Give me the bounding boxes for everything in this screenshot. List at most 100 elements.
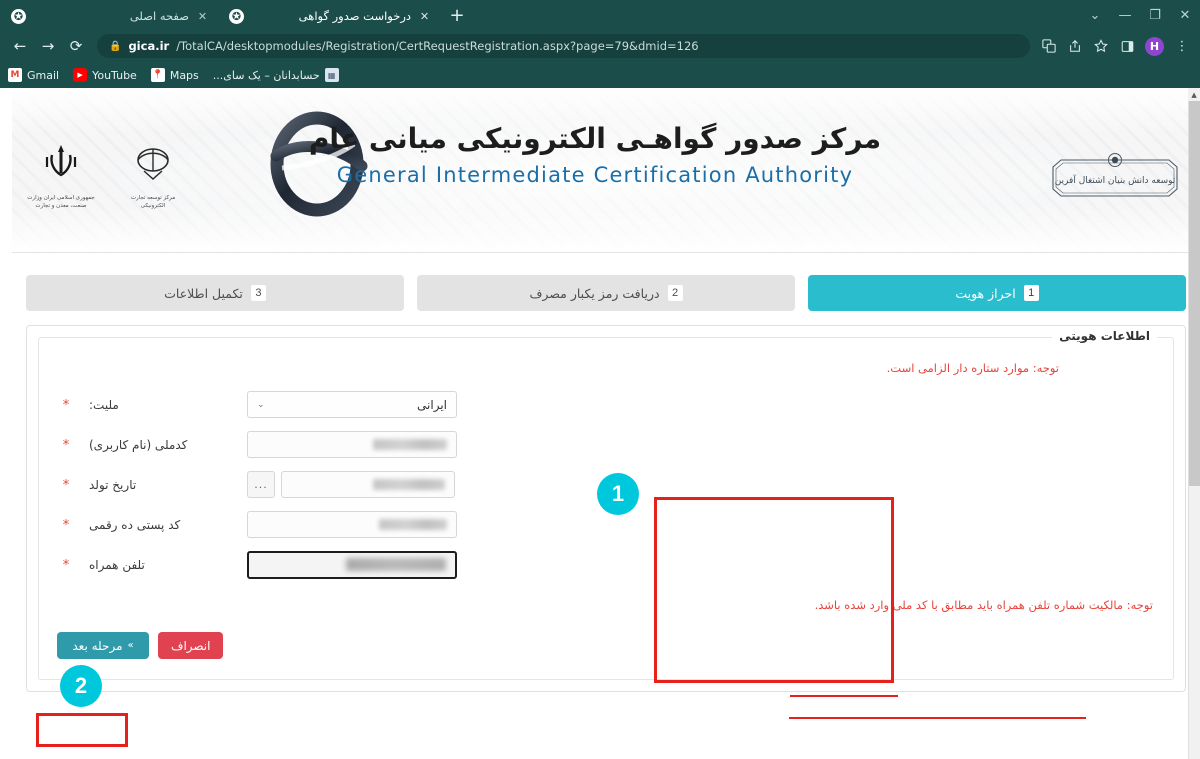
browser-toolbar: ← → ⟳ 🔒 gica.ir /TotalCA/desktopmodules/…	[0, 30, 1200, 62]
gmail-icon: M	[8, 68, 22, 82]
site-header: مرکز صدور گواهـی الکترونیکی میانی عام Ge…	[12, 88, 1200, 253]
lock-icon: 🔒	[109, 40, 122, 52]
browser-chrome: ✪ صفحه اصلی ✕ ✪ درخواست صدور گواهی ✕ + ⌄…	[0, 0, 1200, 88]
tab-close-icon[interactable]: ✕	[196, 10, 209, 23]
tab-favicon-globe-icon: ✪	[229, 8, 244, 24]
redacted-value	[379, 519, 447, 530]
window-maximize-icon[interactable]: ❐	[1140, 0, 1170, 30]
next-step-label: مرحله بعد	[72, 638, 123, 653]
url-host: gica.ir	[128, 39, 170, 53]
side-panel-icon[interactable]	[1115, 34, 1139, 58]
national-code-control	[247, 431, 457, 458]
bookmark-youtube[interactable]: ▶ YouTube	[73, 68, 137, 82]
browser-menu-icon[interactable]: ⋮	[1170, 34, 1194, 58]
share-icon[interactable]	[1063, 34, 1087, 58]
bookmark-label: حسابدانان – یک سای...	[212, 68, 320, 82]
birth-date-label: تاریخ تولد	[89, 477, 137, 492]
bookmark-label: Maps	[169, 68, 199, 82]
web-page: مرکز صدور گواهـی الکترونیکی میانی عام Ge…	[12, 88, 1200, 759]
required-fields-note: توجه: موارد ستاره دار الزامی است.	[886, 361, 1059, 375]
form-row-nationality: ایرانی ⌄ ملیت: *	[57, 387, 1155, 422]
page-scrollbar[interactable]: ▲	[1188, 88, 1200, 759]
step-tab-complete-info[interactable]: 3 تکمیل اطلاعات	[26, 275, 404, 311]
nationality-value: ایرانی	[417, 397, 447, 412]
translate-icon[interactable]	[1037, 34, 1061, 58]
next-step-button[interactable]: » مرحله بعد	[57, 632, 149, 659]
ministry-crest-group: مرکز توسعه تجارت الکترونیکی جمهوری اسلام…	[26, 143, 188, 211]
new-tab-button[interactable]: +	[444, 2, 470, 28]
form-row-mobile: تلفن همراه *	[57, 547, 1155, 582]
back-arrow-icon[interactable]: ←	[6, 32, 34, 60]
knowledge-based-seal: توسعه دانش بنیان اشتغال آفرین	[1040, 150, 1190, 206]
toolbar-icon-group: H ⋮	[1037, 34, 1194, 58]
site-title-en: General Intermediate Certification Autho…	[336, 163, 854, 187]
bookmark-label: Gmail	[27, 68, 60, 82]
youtube-icon: ▶	[73, 68, 88, 82]
site-title-fa: مرکز صدور گواهـی الکترونیکی میانی عام	[308, 122, 882, 155]
fieldset-legend: اطلاعات هویتی	[1052, 329, 1157, 343]
mobile-input[interactable]	[247, 550, 457, 579]
scrollbar-thumb[interactable]	[1189, 101, 1200, 486]
profile-avatar[interactable]: H	[1145, 36, 1164, 56]
annotation-underline-bottom	[789, 717, 1086, 719]
browser-tab-cert-request[interactable]: ✪ درخواست صدور گواهی ✕	[218, 2, 440, 30]
tab-search-chevron-down-icon[interactable]: ⌄	[1080, 0, 1110, 30]
birth-date-control: ...	[247, 471, 455, 498]
window-controls: ⌄ — ❐ ✕	[1080, 0, 1200, 30]
window-minimize-icon[interactable]: —	[1110, 0, 1140, 30]
nationality-label: ملیت:	[89, 397, 119, 412]
svg-text:توسعه دانش بنیان اشتغال آفرین: توسعه دانش بنیان اشتغال آفرین	[1055, 174, 1176, 186]
tab-title: درخواست صدور گواهی	[298, 9, 411, 23]
tab-favicon-globe-icon: ✪	[11, 8, 26, 24]
window-close-icon[interactable]: ✕	[1170, 0, 1200, 30]
crest-caption: مرکز توسعه تجارت الکترونیکی	[130, 195, 176, 210]
cancel-button[interactable]: انصراف	[158, 632, 224, 659]
step-label: احراز هویت	[955, 285, 1016, 301]
generic-site-icon: ▦	[324, 68, 339, 82]
forward-arrow-icon[interactable]: →	[34, 32, 62, 60]
date-picker-button[interactable]: ...	[247, 471, 275, 498]
form-actions: » مرحله بعد انصراف	[57, 632, 1155, 659]
required-asterisk: *	[62, 398, 70, 413]
tab-close-icon[interactable]: ✕	[418, 10, 431, 23]
required-asterisk: *	[62, 438, 70, 453]
redacted-value	[346, 558, 446, 571]
bookmark-star-icon[interactable]	[1089, 34, 1113, 58]
annotation-badge-1: 1	[597, 473, 639, 515]
required-asterisk: *	[62, 558, 70, 573]
crest-caption: جمهوری اسلامی ایران وزارت صنعت، معدن و ت…	[27, 195, 95, 210]
annotation-underline-top	[790, 695, 898, 697]
bookmark-maps[interactable]: 📍 Maps	[150, 68, 199, 82]
chevron-next-icon: »	[127, 640, 134, 651]
step-number: 1	[1023, 285, 1039, 301]
bookmarks-bar: M Gmail ▶ YouTube 📍 Maps ▦ حسابدانان – ی…	[0, 62, 1200, 88]
step-tab-otp[interactable]: 2 دریافت رمز یکبار مصرف	[417, 275, 795, 311]
scroll-up-arrow-icon[interactable]: ▲	[1188, 88, 1200, 101]
tab-title: صفحه اصلی	[129, 9, 189, 23]
postal-code-control	[247, 511, 457, 538]
form-row-postal-code: کد پستی ده رقمی *	[57, 507, 1155, 542]
annotation-badge-2: 2	[60, 665, 102, 707]
nationality-select[interactable]: ایرانی ⌄	[247, 391, 457, 418]
bookmark-gmail[interactable]: M Gmail	[8, 68, 59, 82]
step-tabs: 1 احراز هویت 2 دریافت رمز یکبار مصرف 3 ت…	[26, 275, 1186, 311]
mobile-control	[247, 550, 457, 579]
step-label: تکمیل اطلاعات	[164, 285, 243, 301]
bookmark-hesabdanan[interactable]: ▦ حسابدانان – یک سای...	[213, 68, 339, 82]
tab-strip: ✪ صفحه اصلی ✕ ✪ درخواست صدور گواهی ✕ + ⌄…	[0, 0, 1200, 30]
postal-code-input[interactable]	[247, 511, 457, 538]
chevron-down-icon: ⌄	[257, 399, 265, 410]
step-tab-identity-verification[interactable]: 1 احراز هویت	[808, 275, 1186, 311]
redacted-value	[373, 479, 445, 490]
main-content: 1 احراز هویت 2 دریافت رمز یکبار مصرف 3 ت…	[12, 253, 1200, 692]
maps-icon: 📍	[150, 68, 165, 82]
nationality-control: ایرانی ⌄	[247, 391, 457, 418]
address-bar[interactable]: 🔒 gica.ir /TotalCA/desktopmodules/Regist…	[97, 34, 1030, 58]
step-number: 3	[250, 285, 266, 301]
birth-date-input[interactable]	[281, 471, 455, 498]
national-code-input[interactable]	[247, 431, 457, 458]
mobile-ownership-note: توجه: مالکیت شماره تلفن همراه باید مطابق…	[814, 598, 1153, 612]
url-path: /TotalCA/desktopmodules/Registration/Cer…	[176, 39, 699, 53]
reload-icon[interactable]: ⟳	[62, 32, 90, 60]
browser-tab-home[interactable]: ✪ صفحه اصلی ✕	[0, 2, 218, 30]
